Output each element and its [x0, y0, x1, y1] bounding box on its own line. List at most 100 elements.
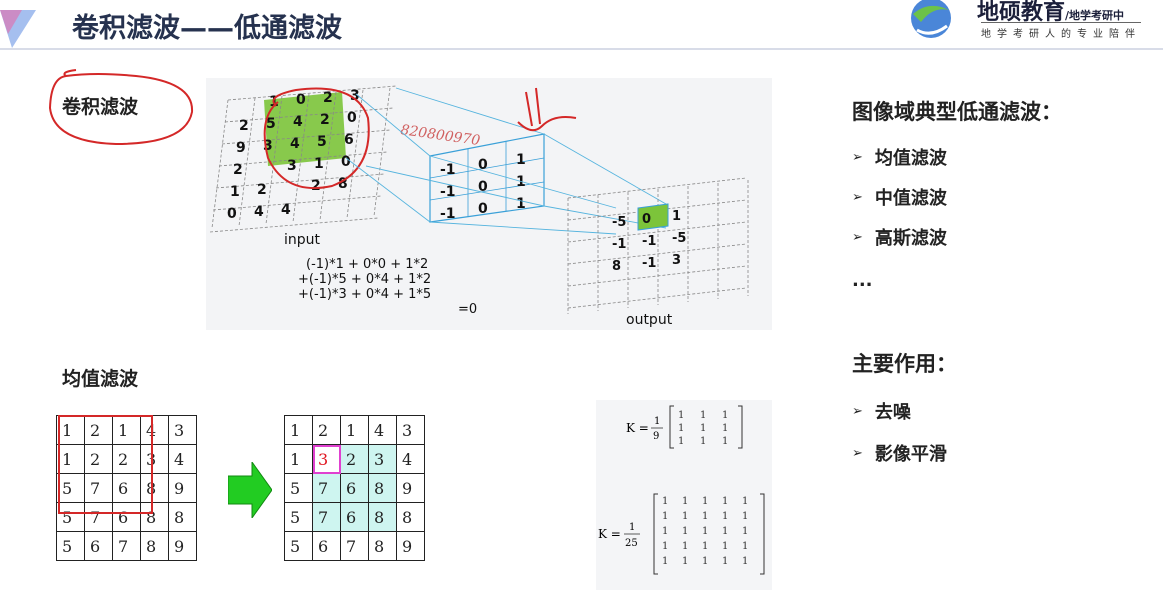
kernel-cell-value: 1 — [516, 152, 526, 168]
kernel-entry: 1 — [742, 496, 748, 507]
matrix-cell: 1 — [284, 415, 313, 445]
matrix-cell: 6 — [340, 502, 369, 532]
output-cell-value: -1 — [612, 237, 626, 252]
output-cell-value: 3 — [672, 253, 681, 268]
matrix-cell: 7 — [312, 473, 341, 503]
input-cell-value: 0 — [347, 110, 357, 126]
center-cell-highlight — [312, 444, 341, 474]
kernel-entry: 1 — [678, 436, 684, 447]
output-cell-value: 0 — [642, 212, 651, 227]
input-cell-value: 4 — [254, 204, 264, 220]
matrix-cell: 8 — [168, 502, 197, 532]
kernel-entry: 1 — [702, 556, 708, 567]
mean-filter-label: 均值滤波 — [62, 368, 139, 390]
k5-prefix: K = — [598, 527, 621, 541]
matrix-cell: 7 — [312, 502, 341, 532]
matrix-cell: 7 — [340, 531, 369, 561]
kernel-entry: 1 — [722, 410, 728, 421]
table-row: 12143 — [284, 415, 425, 445]
logo-emblem-icon — [911, 0, 951, 38]
arrow-right-icon — [228, 462, 272, 518]
kernel-entry: 1 — [742, 526, 748, 537]
k5-numerator: 1 — [629, 522, 635, 533]
table-row: 56789 — [284, 531, 425, 561]
kernel-entry: 1 — [722, 541, 728, 552]
kernel-entry: 1 — [722, 423, 728, 434]
matrix-cell: 3 — [368, 444, 397, 474]
bullet-arrow-icon: ➢ — [852, 149, 863, 165]
window-highlight-box — [58, 415, 153, 514]
matrix-cell: 8 — [368, 531, 397, 561]
matrix-cell: 8 — [368, 473, 397, 503]
matrix-cell: 9 — [168, 473, 197, 503]
kernel-cell-value: -1 — [440, 184, 456, 200]
input-cell-value: 4 — [293, 114, 303, 130]
matrix-cell: 6 — [312, 531, 341, 561]
kernel-entry: 1 — [678, 410, 684, 421]
kernel-entry: 1 — [742, 511, 748, 522]
slide-title: 卷积滤波——低通滤波 — [72, 13, 342, 44]
brand-logo: 地硕教育/地学考研中 地学考研人的专业陪伴 — [895, 0, 1163, 50]
input-cell-value: 2 — [320, 112, 330, 128]
main-effects-heading: 主要作用： — [852, 352, 957, 376]
kernel-entry: 1 — [702, 541, 708, 552]
matrix-cell: 6 — [340, 473, 369, 503]
matrix-cell: 5 — [284, 502, 313, 532]
output-cell-value: 8 — [612, 259, 621, 274]
matrix-cell: 2 — [340, 444, 369, 474]
matrix-cell: 8 — [368, 502, 397, 532]
kernel-entry: 1 — [742, 541, 748, 552]
input-cell-value: 0 — [341, 154, 351, 170]
input-cell-value: 5 — [317, 134, 327, 150]
matrix-cell: 9 — [396, 473, 425, 503]
bullet-arrow-icon: ➢ — [852, 445, 863, 461]
output-cell-value: -1 — [642, 234, 656, 249]
kernel-entry: 1 — [722, 556, 728, 567]
output-cell-value: 1 — [672, 209, 681, 224]
matrix-cell: 5 — [284, 531, 313, 561]
k3-denominator: 9 — [653, 431, 659, 442]
list-item: ➢ 影像平滑 — [852, 444, 947, 465]
matrix-cell: 9 — [168, 531, 197, 561]
table-row: 13234 — [284, 444, 425, 474]
matrix-cell: 9 — [396, 531, 425, 561]
bullet-arrow-icon: ➢ — [852, 403, 863, 419]
table-row: 57688 — [284, 502, 425, 532]
input-cell-value: 2 — [311, 178, 321, 194]
input-cell-value: 2 — [233, 162, 243, 178]
kernel-cell-value: -1 — [440, 206, 456, 222]
kernel-entry: 1 — [722, 436, 728, 447]
k3-prefix: K = — [626, 421, 649, 435]
input-cell-value: 4 — [290, 136, 300, 152]
list-item: ➢ 去噪 — [852, 402, 911, 423]
kernel-matrices: K = 1 9 1 1 1 1 1 1 1 1 1 K = 1 25 1 1 1 1 1 1 1 1 1 1 1 1 1… — [598, 405, 765, 575]
conv-filter-label: 卷积滤波 — [62, 96, 139, 118]
input-cell-value: 1 — [314, 156, 324, 172]
input-cell-value: 0 — [227, 206, 237, 222]
kernel-entry: 1 — [722, 496, 728, 507]
matrix-cell: 3 — [168, 415, 197, 445]
input-cell-value: 2 — [323, 90, 333, 106]
input-cell-value: 9 — [236, 140, 246, 156]
kernel-entry: 1 — [722, 511, 728, 522]
matrix-cell: 4 — [368, 415, 397, 445]
kernel-entry: 1 — [678, 423, 684, 434]
kernel-entry: 1 — [682, 526, 688, 537]
output-label: output — [626, 312, 673, 328]
k3-numerator: 1 — [654, 416, 660, 427]
kernel-entry: 1 — [662, 511, 668, 522]
bullet-arrow-icon: ➢ — [852, 229, 863, 245]
matrix-after: 1214313234576895768856789 — [284, 415, 425, 561]
matrix-cell: 8 — [140, 531, 169, 561]
table-row: 57689 — [284, 473, 425, 503]
k5-denominator: 25 — [625, 538, 638, 549]
kernel-entry: 1 — [700, 410, 706, 421]
matrix-cell: 7 — [112, 531, 141, 561]
kernel-entry: 1 — [702, 526, 708, 537]
input-cell-value: 4 — [281, 202, 291, 218]
kernel-entry: 1 — [682, 496, 688, 507]
hand-drawn-mark — [517, 87, 577, 132]
matrix-cell: 6 — [84, 531, 113, 561]
input-cell-value: 6 — [344, 132, 354, 148]
kernel-entry: 1 — [662, 541, 668, 552]
